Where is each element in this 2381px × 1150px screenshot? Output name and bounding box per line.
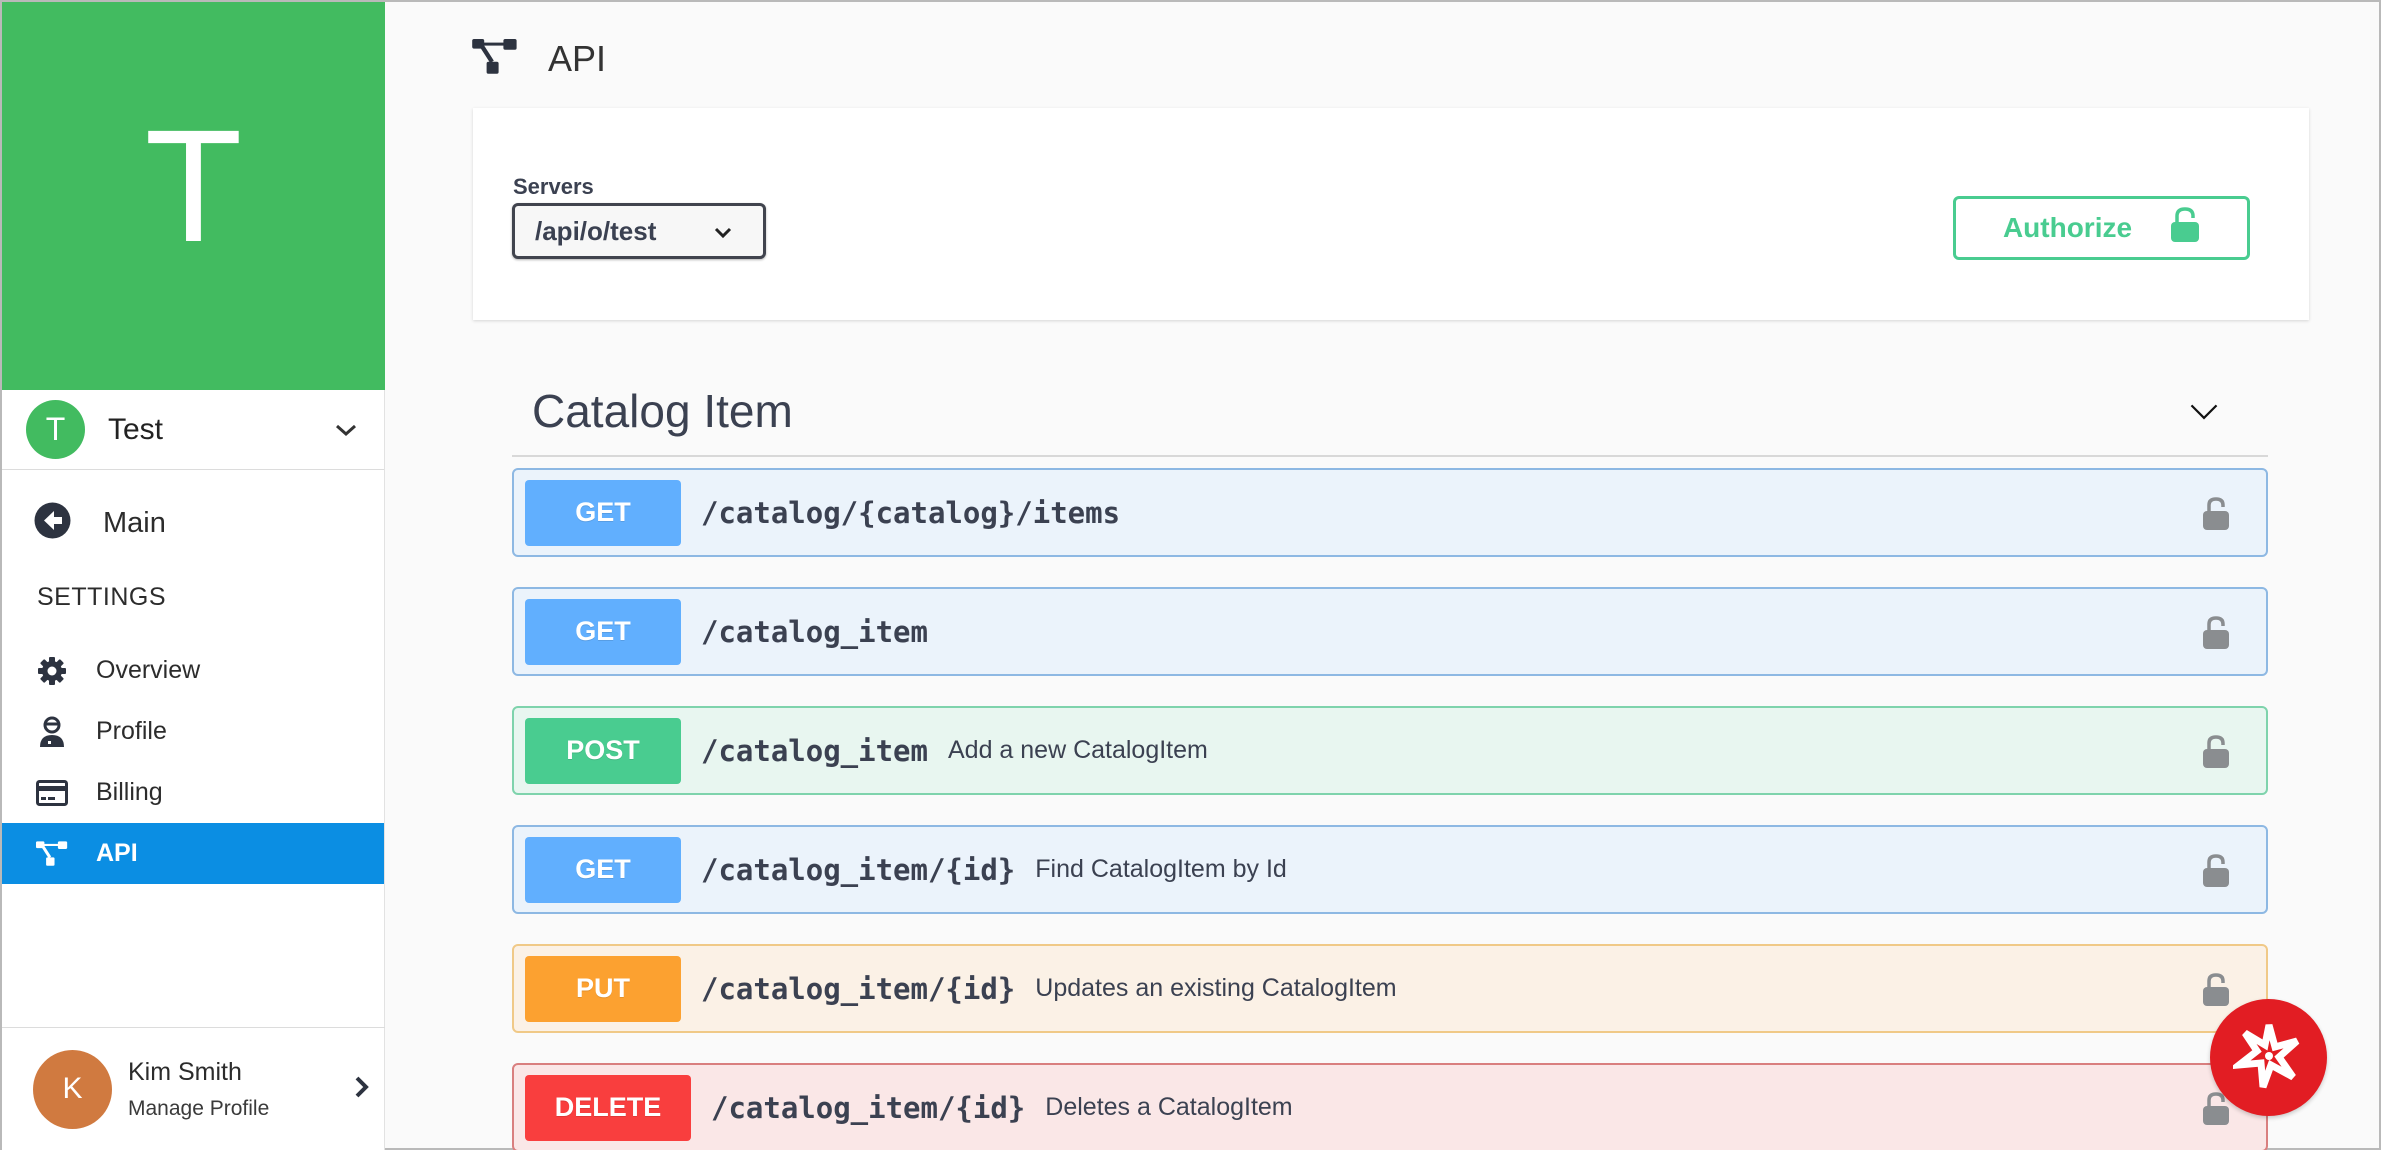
sidebar-item-overview[interactable]: Overview xyxy=(2,640,384,701)
chevron-right-icon[interactable] xyxy=(353,1075,371,1104)
gear-icon xyxy=(36,655,68,687)
unlock-icon[interactable] xyxy=(2201,853,2231,894)
method-badge: GET xyxy=(525,598,681,665)
avatar: K xyxy=(33,1049,112,1129)
arrow-left-circle-icon xyxy=(34,502,71,544)
unlock-icon[interactable] xyxy=(2201,972,2231,1013)
sidebar-item-billing[interactable]: Billing xyxy=(2,762,384,823)
chevron-down-icon[interactable] xyxy=(2190,398,2218,426)
credit-card-icon xyxy=(36,777,68,809)
sidebar-item-label: Billing xyxy=(96,778,163,806)
settings-heading: SETTINGS xyxy=(37,583,167,611)
help-fab-button[interactable] xyxy=(2210,999,2327,1116)
method-badge: DELETE xyxy=(525,1074,691,1141)
operation-row[interactable]: POST /catalog_item Add a new CatalogItem xyxy=(512,706,2268,795)
sidebar-item-label: Main xyxy=(103,506,166,539)
operation-row[interactable]: PUT /catalog_item/{id} Updates an existi… xyxy=(512,944,2268,1033)
method-badge: GET xyxy=(525,479,681,546)
unlock-icon[interactable] xyxy=(2201,496,2231,537)
operation-summary: Deletes a CatalogItem xyxy=(1045,1093,1293,1121)
operation-summary: Find CatalogItem by Id xyxy=(1035,855,1287,883)
manage-profile-link[interactable]: Manage Profile xyxy=(128,1097,353,1121)
operation-path: /catalog/{catalog}/items xyxy=(701,495,1121,530)
operation-row[interactable]: GET /catalog_item xyxy=(512,587,2268,676)
sidebar-item-profile[interactable]: Profile xyxy=(2,701,384,762)
sidebar-item-label: Profile xyxy=(96,717,167,745)
profile-text: Kim Smith Manage Profile xyxy=(128,1058,353,1121)
operation-path: /catalog_item xyxy=(701,614,928,649)
org-switcher[interactable]: T Test xyxy=(2,390,384,470)
operation-summary: Add a new CatalogItem xyxy=(947,736,1208,764)
tag-section-catalog-item[interactable]: Catalog Item xyxy=(512,372,2268,457)
servers-card: Servers /api/o/test Authorize xyxy=(473,108,2309,320)
page-title: API xyxy=(548,38,607,79)
operation-row[interactable]: DELETE /catalog_item/{id} Deletes a Cata… xyxy=(512,1063,2268,1150)
authorize-label: Authorize xyxy=(2002,212,2133,243)
org-banner: T xyxy=(2,2,385,390)
page-header: API xyxy=(472,38,606,80)
servers-select-value: /api/o/test xyxy=(535,215,657,246)
operation-path: /catalog_item xyxy=(701,733,928,768)
profile-name: Kim Smith xyxy=(128,1057,242,1086)
unlock-icon[interactable] xyxy=(2201,615,2231,656)
chevron-down-icon[interactable] xyxy=(332,416,360,444)
chevron-down-icon xyxy=(709,218,737,246)
sidebar-item-main[interactable]: Main xyxy=(2,493,384,553)
sidebar-item-label: API xyxy=(96,839,138,867)
org-name: Test xyxy=(108,412,164,446)
settings-nav: Overview Profile Billing API xyxy=(2,640,384,884)
method-badge: PUT xyxy=(525,955,681,1022)
starburst-logo-icon xyxy=(2226,1019,2305,1096)
servers-select[interactable]: /api/o/test xyxy=(512,203,766,259)
user-icon xyxy=(36,716,68,748)
manage-profile[interactable]: K Kim Smith Manage Profile xyxy=(2,1027,385,1150)
operation-path: /catalog_item/{id} xyxy=(711,1090,1026,1125)
sidebar-item-label: Overview xyxy=(96,656,201,684)
sidebar-item-api[interactable]: API xyxy=(2,823,384,884)
sitemap-icon xyxy=(36,838,68,870)
org-avatar: T xyxy=(26,400,85,459)
operation-row[interactable]: GET /catalog_item/{id} Find CatalogItem … xyxy=(512,825,2268,914)
method-badge: GET xyxy=(525,836,681,903)
org-banner-initial: T xyxy=(144,96,243,275)
sidebar: T T Test Main SETTINGS Overview Profile xyxy=(2,2,385,1150)
operation-path: /catalog_item/{id} xyxy=(701,971,1016,1006)
sitemap-icon xyxy=(472,38,518,80)
authorize-button[interactable]: Authorize xyxy=(1953,196,2250,260)
unlock-icon[interactable] xyxy=(2201,734,2231,775)
operation-row[interactable]: GET /catalog/{catalog}/items xyxy=(512,468,2268,557)
tag-title: Catalog Item xyxy=(532,385,793,437)
unlock-icon xyxy=(2170,206,2200,250)
servers-label: Servers xyxy=(513,174,594,199)
method-badge: POST xyxy=(525,717,681,784)
operation-summary: Updates an existing CatalogItem xyxy=(1035,974,1397,1002)
operation-path: /catalog_item/{id} xyxy=(701,852,1016,887)
